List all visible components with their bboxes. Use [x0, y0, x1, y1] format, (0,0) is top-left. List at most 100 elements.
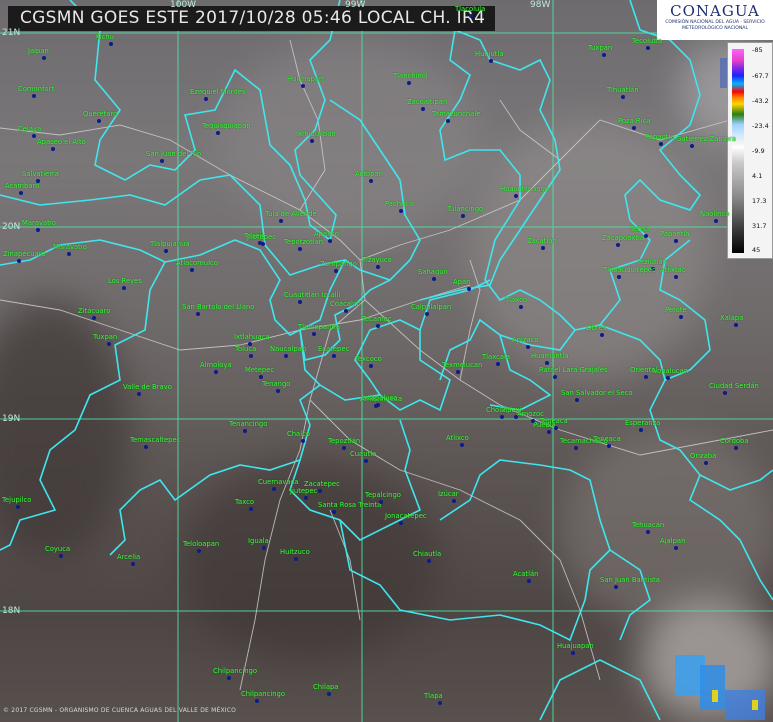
city-label: Zumpango [320, 260, 357, 268]
city-label: Acámbaro [5, 182, 40, 190]
city-label: Tlaxco [505, 296, 528, 304]
city-label: Salvatierra [22, 170, 59, 178]
city-marker [16, 505, 20, 509]
city-marker [734, 323, 738, 327]
city-label: Chalco [287, 430, 311, 438]
city-marker [318, 489, 322, 493]
city-marker [301, 439, 305, 443]
legend-tick: -67.7 [752, 72, 769, 80]
city-marker [107, 342, 111, 346]
city-marker [547, 430, 551, 434]
city-marker [460, 443, 464, 447]
city-label: Maravatío [53, 243, 87, 251]
city-marker [531, 419, 535, 423]
city-label: Apaxco [314, 230, 339, 238]
city-marker [328, 239, 332, 243]
city-label: San Juan del Río [146, 150, 202, 158]
city-marker [334, 269, 338, 273]
city-marker [284, 354, 288, 358]
city-label: Calpulalpan [411, 303, 452, 311]
city-label: Xichú [95, 33, 114, 41]
image-title: CGSMN GOES ESTE 2017/10/28 05:46 LOCAL C… [8, 6, 496, 31]
city-marker [674, 275, 678, 279]
city-label: Tlatlauquitepec [603, 266, 656, 274]
city-marker [294, 557, 298, 561]
longitude-label: 98W [530, 0, 551, 10]
city-label: Atlixtac [660, 266, 686, 274]
city-marker [301, 84, 305, 88]
city-label: Zitácuaro [78, 307, 111, 315]
city-marker [621, 95, 625, 99]
city-marker [399, 209, 403, 213]
city-marker [690, 144, 694, 148]
city-marker [553, 375, 557, 379]
legend-tick: -23.4 [752, 122, 769, 130]
city-label: Ecatepec [318, 345, 350, 353]
city-marker [438, 701, 442, 705]
city-label: Cuautitlán Izcalli [284, 291, 341, 299]
city-marker [312, 332, 316, 336]
city-marker [376, 403, 380, 407]
city-label: Poza Rica [618, 117, 651, 125]
city-label: Taxco [235, 498, 254, 506]
city-marker [164, 249, 168, 253]
city-label: Apizaco [512, 336, 539, 344]
city-label: Rafael Lara Grajales [539, 366, 608, 374]
city-label: Huejutla [475, 50, 504, 58]
city-marker [197, 549, 201, 553]
city-label: Ajalpan [660, 537, 686, 545]
city-marker [92, 316, 96, 320]
city-label: Metepec [245, 366, 275, 374]
city-marker [196, 312, 200, 316]
city-marker [369, 364, 373, 368]
city-marker [32, 134, 36, 138]
city-marker [617, 275, 621, 279]
temperature-legend: -85 -67.7 -43.2 -23.4 -9.9 4.1 17.3 31.7… [727, 42, 773, 259]
city-label: Tepoztlán [328, 437, 361, 445]
city-label: Zacualtipán [407, 98, 448, 106]
city-marker [734, 446, 738, 450]
city-marker [249, 507, 253, 511]
city-marker [679, 315, 683, 319]
city-label: Pachuca [385, 200, 414, 208]
city-marker [452, 499, 456, 503]
city-label: Jonacatepec [385, 512, 427, 520]
city-marker [298, 247, 302, 251]
city-label: Gutiérrez Zamora [676, 135, 737, 143]
city-marker [342, 446, 346, 450]
city-marker [32, 94, 36, 98]
city-label: Nopalucan [652, 367, 689, 375]
city-marker [714, 219, 718, 223]
city-marker [421, 107, 425, 111]
city-marker [131, 562, 135, 566]
city-marker [160, 159, 164, 163]
city-marker [519, 305, 523, 309]
city-marker [571, 651, 575, 655]
city-marker [214, 370, 218, 374]
city-marker [545, 361, 549, 365]
conagua-logo: CONAGUA COMISIÓN NACIONAL DEL AGUA · SER… [657, 0, 773, 40]
city-label: Tenango [262, 380, 291, 388]
city-label: Tetela [630, 225, 651, 233]
city-marker [432, 277, 436, 281]
city-marker [514, 194, 518, 198]
city-label: Huitzuco [280, 548, 310, 556]
city-marker [376, 265, 380, 269]
city-label: Chilpancingo [213, 667, 258, 675]
city-label: Celaya [18, 125, 42, 133]
city-label: Tlapa [424, 692, 443, 700]
city-marker [527, 579, 531, 583]
city-label: Teloloapan [183, 540, 220, 548]
city-marker [704, 461, 708, 465]
grid-lines [0, 0, 773, 722]
city-marker [204, 97, 208, 101]
latitude-label: 21N [2, 28, 21, 38]
city-label: Tepeaca [540, 417, 568, 425]
city-label: Querétaro [83, 110, 118, 118]
city-marker [461, 214, 465, 218]
city-marker [227, 676, 231, 680]
city-label: Apan [453, 278, 471, 286]
city-marker [17, 259, 21, 263]
city-marker [379, 500, 383, 504]
city-marker [298, 300, 302, 304]
